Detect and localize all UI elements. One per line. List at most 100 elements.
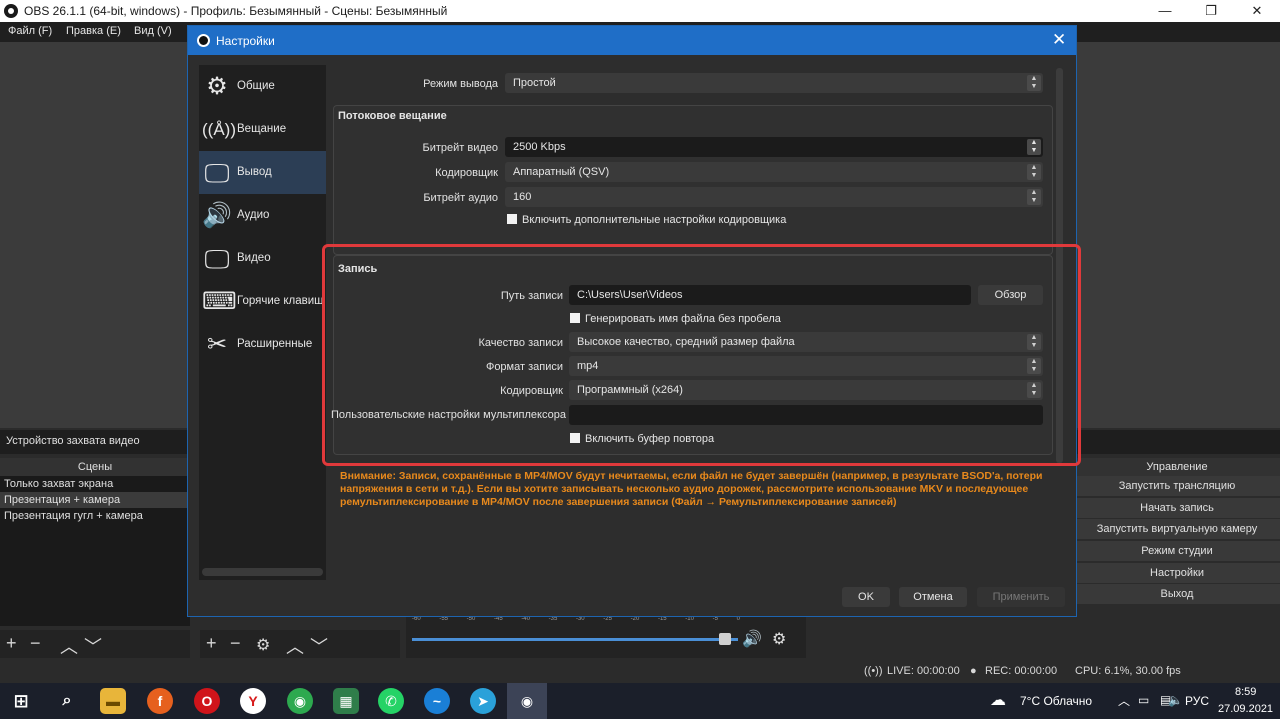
live-time: LIVE: 00:00:00 bbox=[887, 665, 960, 677]
move-up-icon[interactable]: ︿ bbox=[60, 633, 78, 659]
volume-slider-knob[interactable] bbox=[718, 633, 731, 645]
nav-item-output[interactable]: 🖵 Вывод bbox=[199, 151, 326, 194]
maximize-button[interactable]: ❐ bbox=[1188, 0, 1234, 22]
nav-item-video[interactable]: 🖵 Видео bbox=[199, 237, 326, 280]
dialog-title-bar: Настройки ✕ bbox=[188, 26, 1076, 55]
calculator-icon[interactable]: ▦ bbox=[333, 688, 359, 714]
clock-time[interactable]: 8:59 bbox=[1235, 686, 1256, 698]
remove-scene-icon[interactable]: − bbox=[30, 633, 41, 654]
file-explorer-icon[interactable]: ▬ bbox=[100, 688, 126, 714]
advanced-encoder-label: Включить дополнительные настройки кодиро… bbox=[522, 214, 787, 226]
nav-item-stream[interactable]: ((Å)) Вещание bbox=[199, 108, 326, 151]
list-item[interactable]: Только захват экрана bbox=[0, 476, 190, 492]
nav-item-general[interactable]: ⚙ Общие bbox=[199, 65, 326, 108]
advanced-encoder-checkbox[interactable]: Включить дополнительные настройки кодиро… bbox=[507, 214, 786, 226]
mixer-scale-tick: -25 bbox=[603, 616, 612, 622]
remove-source-icon[interactable]: − bbox=[230, 633, 241, 654]
move-down-icon[interactable]: ﹀ bbox=[84, 633, 102, 659]
menu-edit[interactable]: Правка (E) bbox=[66, 25, 121, 37]
start-recording-button[interactable]: Начать запись bbox=[1074, 497, 1280, 518]
add-source-icon[interactable]: + bbox=[206, 633, 217, 654]
scenes-header-label: Сцены bbox=[77, 461, 113, 473]
source-down-icon[interactable]: ﹀ bbox=[310, 633, 328, 659]
output-mode-select[interactable]: Простой ▲ ▼ bbox=[505, 73, 1043, 93]
chevron-updown-icon: ▲ ▼ bbox=[1027, 189, 1041, 205]
source-name: Устройство захвата видео bbox=[6, 435, 140, 447]
stream-encoder-select[interactable]: Аппаратный (QSV) ▲ ▼ bbox=[505, 162, 1043, 182]
exit-button[interactable]: Выход bbox=[1074, 584, 1280, 605]
start-virtual-camera-button[interactable]: Запустить виртуальную камеру bbox=[1074, 519, 1280, 540]
obs-dialog-icon bbox=[197, 34, 210, 47]
tray-chevron-up-icon[interactable]: ︿ bbox=[1118, 692, 1130, 709]
nav-horizontal-scrollbar[interactable] bbox=[202, 568, 323, 576]
volume-icon[interactable]: 🔈 bbox=[1168, 693, 1183, 707]
gear-icon: ⚙ bbox=[206, 73, 228, 100]
opera-icon[interactable]: O bbox=[194, 688, 220, 714]
rec-time: REC: 00:00:00 bbox=[985, 665, 1058, 677]
mixer-scale: -60 -55 -50 -45 -40 -35 -30 -25 -20 -15 -10 -5 0 bbox=[412, 616, 740, 626]
cloud-icon: ☁ bbox=[990, 692, 1006, 709]
checkbox-box[interactable] bbox=[507, 214, 517, 224]
start-streaming-button[interactable]: Запустить трансляцию bbox=[1074, 476, 1280, 496]
search-icon[interactable]: ⌕ bbox=[54, 688, 80, 714]
nav-item-advanced[interactable]: ✂ Расширенные bbox=[199, 323, 326, 366]
mixer-gear-icon[interactable]: ⚙ bbox=[772, 629, 786, 649]
scenes-header: Сцены bbox=[0, 458, 190, 476]
add-scene-icon[interactable]: + bbox=[6, 633, 17, 654]
settings-button[interactable]: Настройки bbox=[1074, 562, 1280, 583]
streaming-group-title: Потоковое вещание bbox=[338, 110, 447, 122]
nav-label: Общие bbox=[237, 80, 275, 92]
minimize-button[interactable]: — bbox=[1142, 0, 1188, 22]
source-up-icon[interactable]: ︿ bbox=[286, 633, 304, 659]
stream-encoder-label: Кодировщик bbox=[435, 167, 498, 179]
audio-bitrate-select[interactable]: 160 ▲ ▼ bbox=[505, 187, 1043, 207]
controls-dock: Запустить трансляцию Начать запись Запус… bbox=[1074, 476, 1280, 606]
sources-toolbar: + − ⚙ ︿ ﹀ bbox=[200, 630, 400, 658]
telegram-icon[interactable]: ➤ bbox=[470, 688, 496, 714]
list-item[interactable]: Презентация + камера bbox=[0, 492, 190, 508]
speaker-icon: 🔊 bbox=[202, 202, 232, 229]
menu-view[interactable]: Вид (V) bbox=[134, 25, 172, 37]
mixer-scale-tick: -35 bbox=[548, 616, 558, 622]
tools-icon: ✂ bbox=[206, 331, 228, 358]
mixer-scale-tick: -45 bbox=[493, 616, 503, 622]
dialog-close-button[interactable]: ✕ bbox=[1052, 30, 1066, 50]
clock-date[interactable]: 27.09.2021 bbox=[1218, 703, 1273, 715]
cancel-button[interactable]: Отмена bbox=[899, 587, 967, 607]
nav-item-audio[interactable]: 🔊 Аудио bbox=[199, 194, 326, 237]
settings-nav: ⚙ Общие ((Å)) Вещание 🖵 Вывод 🔊 Аудио 🖵 … bbox=[199, 65, 326, 580]
scenes-toolbar: + − ︿ ﹀ bbox=[0, 630, 190, 658]
firefox-icon[interactable]: f bbox=[147, 688, 173, 714]
source-properties-gear-icon[interactable]: ⚙ bbox=[256, 635, 270, 655]
ok-button[interactable]: OK bbox=[842, 587, 890, 607]
mixer-scale-tick: -5 bbox=[712, 616, 718, 622]
obs-logo-icon bbox=[4, 4, 18, 18]
antenna-icon: ((Å)) bbox=[202, 120, 236, 139]
speaker-icon[interactable]: 🔊 bbox=[742, 629, 762, 649]
controls-header-label: Управление bbox=[1146, 461, 1208, 473]
windows-start-icon[interactable]: ⊞ bbox=[8, 688, 34, 714]
windows-taskbar: ⊞ ⌕ ▬ f O Y ◉ ▦ ✆ ~ ➤ ◉ ☁ 7°C Облачно ︿ … bbox=[0, 683, 1280, 719]
whatsapp-icon[interactable]: ✆ bbox=[378, 688, 404, 714]
nav-label: Расширенные bbox=[237, 338, 313, 350]
chrome-icon[interactable]: ◉ bbox=[287, 688, 313, 714]
stream-encoder-value: Аппаратный (QSV) bbox=[513, 166, 610, 178]
list-item[interactable]: Презентация гугл + камера bbox=[0, 508, 190, 524]
audio-bitrate-label: Битрейт аудио bbox=[423, 192, 498, 204]
spinbox-arrows-icon[interactable]: ▲ ▼ bbox=[1027, 139, 1041, 155]
close-window-button[interactable]: ✕ bbox=[1234, 0, 1280, 22]
weather-text[interactable]: 7°C Облачно bbox=[1020, 694, 1092, 708]
nav-label: Видео bbox=[237, 252, 271, 264]
yandex-browser-icon[interactable]: Y bbox=[240, 688, 266, 714]
volume-slider[interactable] bbox=[412, 638, 738, 641]
studio-mode-button[interactable]: Режим студии bbox=[1074, 541, 1280, 562]
obs-taskbar-icon[interactable]: ◉ bbox=[507, 683, 547, 719]
apply-button[interactable]: Применить bbox=[977, 587, 1065, 607]
output-mode-label: Режим вывода bbox=[423, 78, 498, 90]
nav-item-hotkeys[interactable]: ⌨ Горячие клавиши bbox=[199, 280, 326, 323]
mail-app-icon[interactable]: ~ bbox=[424, 688, 450, 714]
language-indicator[interactable]: РУС bbox=[1185, 694, 1209, 708]
video-bitrate-spinbox[interactable]: 2500 Kbps ▲ ▼ bbox=[505, 137, 1043, 157]
battery-icon[interactable]: ▭ bbox=[1138, 693, 1149, 707]
menu-file[interactable]: Файл (F) bbox=[8, 25, 52, 37]
